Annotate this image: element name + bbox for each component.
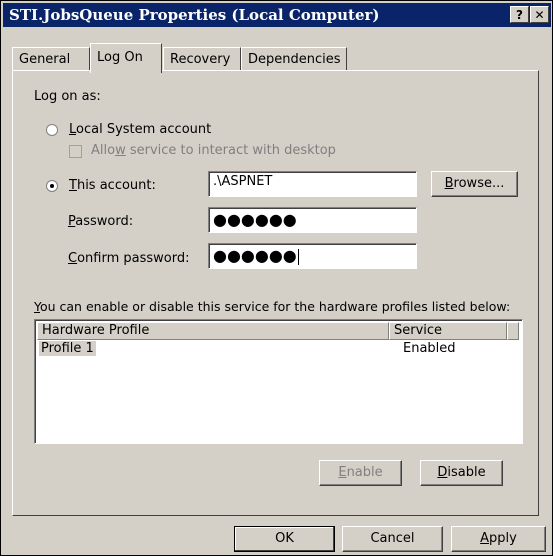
column-header-filler	[507, 322, 519, 340]
apply-button[interactable]: Apply	[451, 526, 546, 552]
confirm-password-value: ●●●●●●	[213, 246, 297, 265]
confirm-password-input[interactable]: ●●●●●●	[208, 243, 417, 269]
log-on-as-label: Log on as:	[34, 89, 101, 104]
close-icon: ✕	[534, 8, 545, 22]
tab-general[interactable]: General	[12, 47, 90, 70]
enable-button[interactable]: Enable	[319, 460, 402, 486]
column-header-service[interactable]: Service	[389, 322, 507, 340]
tab-dependencies[interactable]: Dependencies	[241, 47, 347, 70]
tab-recovery[interactable]: Recovery	[163, 47, 241, 70]
text-caret	[297, 248, 299, 265]
close-button[interactable]: ✕	[530, 6, 549, 23]
hardware-profile-list[interactable]: Hardware Profile Service Profile 1 Enabl…	[34, 319, 523, 444]
disable-button[interactable]: Disable	[420, 460, 503, 486]
local-system-label: Local System account	[69, 122, 212, 137]
allow-desktop-checkbox[interactable]	[69, 145, 82, 158]
hardware-profiles-intro: You can enable or disable this service f…	[34, 299, 511, 314]
list-item[interactable]: Profile 1	[39, 341, 96, 356]
tab-log-on-label: Log On	[97, 50, 143, 65]
this-account-radio[interactable]	[46, 180, 58, 192]
password-input[interactable]: ●●●●●●	[208, 207, 417, 233]
log-on-panel: Log on as: Local System account Allow se…	[12, 70, 539, 516]
account-input[interactable]: .\ASPNET	[208, 171, 417, 197]
title-bar: STI.JobsQueue Properties (Local Computer…	[3, 3, 551, 27]
password-label: Password:	[68, 214, 134, 229]
help-button[interactable]: ?	[510, 6, 529, 23]
this-account-label: This account:	[69, 178, 156, 193]
local-system-radio[interactable]	[46, 124, 58, 136]
tab-log-on[interactable]: Log On	[90, 43, 162, 73]
profile-service-status: Enabled	[403, 341, 456, 356]
properties-dialog: STI.JobsQueue Properties (Local Computer…	[0, 0, 553, 556]
confirm-password-label: Confirm password:	[68, 251, 190, 266]
window-title: STI.JobsQueue Properties (Local Computer…	[9, 6, 380, 24]
ok-button[interactable]: OK	[234, 526, 335, 552]
column-header-profile[interactable]: Hardware Profile	[37, 322, 389, 340]
cancel-button[interactable]: Cancel	[342, 526, 443, 552]
allow-desktop-label: Allow service to interact with desktop	[91, 143, 336, 158]
profile-name: Profile 1	[39, 341, 96, 356]
browse-button[interactable]: Browse...	[431, 171, 518, 197]
